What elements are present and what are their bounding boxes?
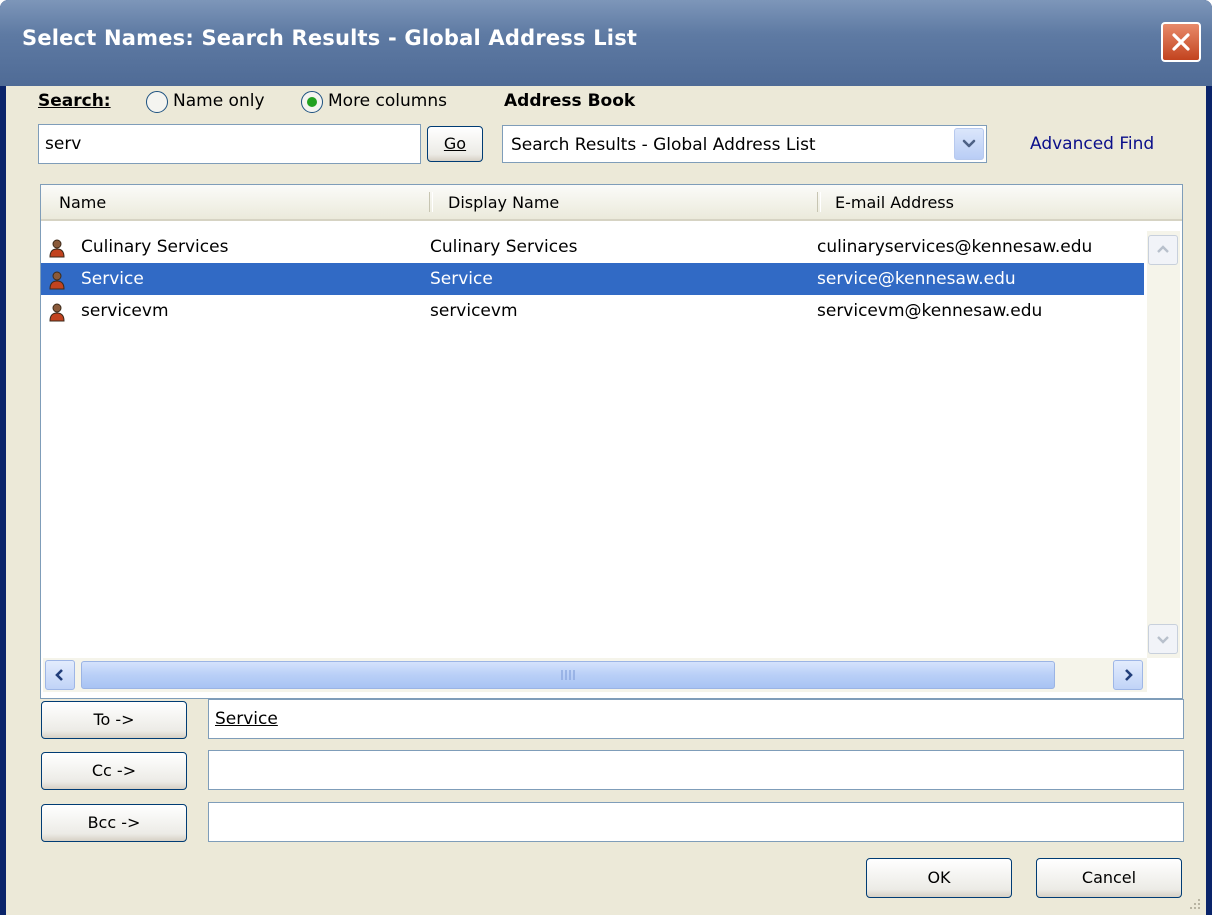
cell-email: servicevm@kennesaw.edu — [817, 301, 1043, 321]
column-header-email[interactable]: E-mail Address — [835, 193, 954, 212]
address-book-label: Address Book — [504, 91, 636, 111]
horizontal-scrollbar[interactable] — [43, 658, 1147, 692]
column-header-name[interactable]: Name — [59, 193, 106, 212]
column-separator[interactable] — [429, 192, 433, 212]
go-button[interactable]: Go — [427, 126, 483, 162]
grip-icon — [561, 670, 575, 680]
chevron-down-icon — [962, 139, 976, 148]
radio-more-columns[interactable] — [301, 91, 323, 113]
radio-name-only[interactable] — [146, 91, 168, 113]
dialog-client-area: Search: Name only More columns Address B… — [6, 86, 1206, 915]
vertical-scrollbar[interactable] — [1147, 231, 1180, 658]
column-header-display-name[interactable]: Display Name — [448, 193, 559, 212]
chevron-right-icon — [1125, 669, 1133, 681]
radio-selected-dot — [307, 97, 317, 107]
to-button[interactable]: To -> — [41, 701, 187, 739]
close-icon — [1172, 33, 1190, 51]
list-header: Name Display Name E-mail Address — [41, 185, 1182, 221]
cell-display-name: Culinary Services — [430, 237, 578, 257]
address-book-selected: Search Results - Global Address List — [511, 135, 816, 155]
scroll-down-button[interactable] — [1148, 624, 1178, 654]
cancel-button[interactable]: Cancel — [1036, 858, 1182, 898]
table-row[interactable]: servicevm servicevm servicevm@kennesaw.e… — [41, 295, 1144, 327]
chevron-up-icon — [1157, 245, 1169, 253]
search-label: Search: — [38, 91, 111, 111]
table-row-selected[interactable]: Service Service service@kennesaw.edu — [41, 263, 1144, 295]
cell-name: Service — [81, 269, 144, 289]
radio-more-columns-label[interactable]: More columns — [328, 91, 447, 111]
resize-grip-icon[interactable] — [1188, 897, 1202, 911]
title-bar[interactable]: Select Names: Search Results - Global Ad… — [0, 0, 1212, 86]
close-button[interactable] — [1161, 22, 1201, 62]
cell-name: servicevm — [81, 301, 169, 321]
scroll-thumb[interactable] — [81, 661, 1055, 689]
radio-name-only-label[interactable]: Name only — [173, 91, 265, 111]
to-field[interactable]: Service — [208, 699, 1184, 739]
cell-display-name: servicevm — [430, 301, 518, 321]
scroll-right-button[interactable] — [1113, 660, 1143, 690]
advanced-find-link[interactable]: Advanced Find — [1030, 134, 1154, 154]
cell-name: Culinary Services — [81, 237, 229, 257]
cell-email: service@kennesaw.edu — [817, 269, 1016, 289]
chevron-down-icon — [1157, 636, 1169, 644]
chevron-left-icon — [55, 669, 63, 681]
table-row[interactable]: Culinary Services Culinary Services culi… — [41, 231, 1144, 263]
scroll-left-button[interactable] — [45, 660, 75, 690]
bcc-field[interactable] — [208, 802, 1184, 842]
window-title: Select Names: Search Results - Global Ad… — [22, 26, 638, 50]
user-icon — [49, 271, 65, 290]
address-book-select[interactable]: Search Results - Global Address List — [502, 125, 987, 163]
bcc-button[interactable]: Bcc -> — [41, 804, 187, 842]
user-icon — [49, 239, 65, 258]
cc-field[interactable] — [208, 750, 1184, 790]
column-separator[interactable] — [817, 192, 821, 212]
scroll-up-button[interactable] — [1148, 235, 1178, 265]
cc-button[interactable]: Cc -> — [41, 752, 187, 790]
cell-display-name: Service — [430, 269, 493, 289]
search-input[interactable]: serv — [38, 124, 421, 164]
to-recipient[interactable]: Service — [215, 709, 278, 729]
user-icon — [49, 303, 65, 322]
cell-email: culinaryservices@kennesaw.edu — [817, 237, 1093, 257]
ok-button[interactable]: OK — [866, 858, 1012, 898]
results-list: Name Display Name E-mail Address Culinar… — [40, 184, 1183, 699]
select-names-dialog: Select Names: Search Results - Global Ad… — [0, 0, 1212, 915]
dropdown-arrow[interactable] — [954, 128, 984, 160]
